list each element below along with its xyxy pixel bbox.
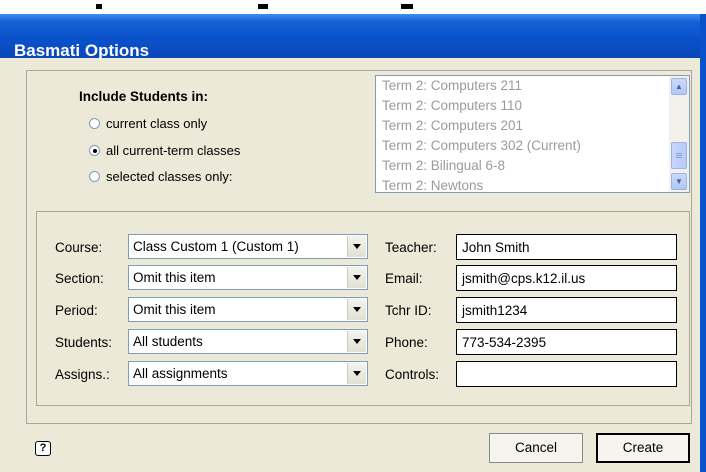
radio-label: all current-term classes [106, 142, 241, 158]
section-value: Omit this item [133, 270, 216, 285]
chevron-down-icon[interactable] [347, 267, 366, 288]
cancel-button[interactable]: Cancel [489, 433, 583, 463]
class-list-item[interactable]: Term 2: Computers 201 [382, 118, 523, 133]
chevron-up-icon[interactable]: ▲ [671, 78, 687, 95]
radio-button[interactable] [89, 144, 100, 156]
class-list-item[interactable]: Term 2: Computers 302 (Current) [382, 138, 581, 153]
radio-button[interactable] [89, 117, 100, 129]
create-button[interactable]: Create [596, 433, 690, 463]
scrollbar-thumb[interactable] [671, 142, 687, 169]
email-label: Email: [385, 271, 423, 286]
assigns-value: All assignments [133, 366, 228, 381]
radio-label: current class only [106, 115, 208, 131]
tchr-id-label: Tchr ID: [385, 303, 432, 318]
course-label: Course: [55, 240, 103, 255]
students-label: Students: [55, 335, 113, 350]
phone-field[interactable]: 773-534-2395 [456, 329, 677, 355]
window-right-border [700, 14, 706, 472]
chevron-down-icon[interactable] [347, 299, 366, 320]
email-field[interactable]: jsmith@cps.k12.il.us [456, 265, 677, 291]
controls-label: Controls: [385, 367, 440, 382]
chevron-down-icon[interactable] [347, 331, 366, 352]
assigns-label: Assigns.: [55, 367, 110, 382]
controls-field[interactable] [456, 361, 677, 387]
class-list-item[interactable]: Term 2: Newtons [382, 178, 483, 192]
radio-label: selected classes only: [106, 168, 233, 184]
period-label: Period: [55, 303, 98, 318]
listbox-scrollbar[interactable]: ▲ ▼ [669, 76, 689, 192]
radio-button[interactable] [89, 170, 100, 182]
tchr-id-value: jsmith1234 [462, 303, 528, 318]
help-icon[interactable]: ? [35, 441, 51, 456]
phone-value: 773-534-2395 [462, 335, 547, 350]
radio-selected-classes-only[interactable]: selected classes only: [89, 168, 232, 184]
course-value: Class Custom 1 (Custom 1) [133, 239, 299, 254]
period-select[interactable]: Omit this item [128, 297, 368, 322]
chevron-down-icon[interactable] [347, 363, 366, 384]
radio-current-class-only[interactable]: current class only [89, 115, 207, 131]
email-value: jsmith@cps.k12.il.us [462, 271, 586, 286]
title-bar[interactable]: Basmati Options [0, 14, 706, 60]
class-listbox[interactable]: Term 2: Computers 211 Term 2: Computers … [375, 75, 690, 193]
students-value: All students [133, 334, 203, 349]
include-students-heading: Include Students in: [79, 89, 209, 104]
radio-all-current-term-classes[interactable]: all current-term classes [89, 142, 240, 158]
class-list-item[interactable]: Term 2: Computers 110 [382, 98, 522, 113]
window-title: Basmati Options [14, 41, 150, 60]
phone-label: Phone: [385, 335, 428, 350]
teacher-label: Teacher: [385, 240, 437, 255]
section-select[interactable]: Omit this item [128, 265, 368, 290]
course-select[interactable]: Class Custom 1 (Custom 1) [128, 234, 368, 259]
class-list-item[interactable]: Term 2: Bilingual 6-8 [382, 158, 505, 173]
period-value: Omit this item [133, 302, 216, 317]
background-window-strip [0, 0, 706, 14]
students-select[interactable]: All students [128, 329, 368, 354]
section-label: Section: [55, 271, 104, 286]
teacher-value: John Smith [462, 240, 530, 255]
assigns-select[interactable]: All assignments [128, 361, 368, 386]
class-list-item[interactable]: Term 2: Computers 211 [382, 78, 522, 93]
chevron-down-icon[interactable] [347, 236, 366, 257]
teacher-field[interactable]: John Smith [456, 234, 677, 260]
tchr-id-field[interactable]: jsmith1234 [456, 297, 677, 323]
chevron-down-icon[interactable]: ▼ [671, 173, 687, 190]
